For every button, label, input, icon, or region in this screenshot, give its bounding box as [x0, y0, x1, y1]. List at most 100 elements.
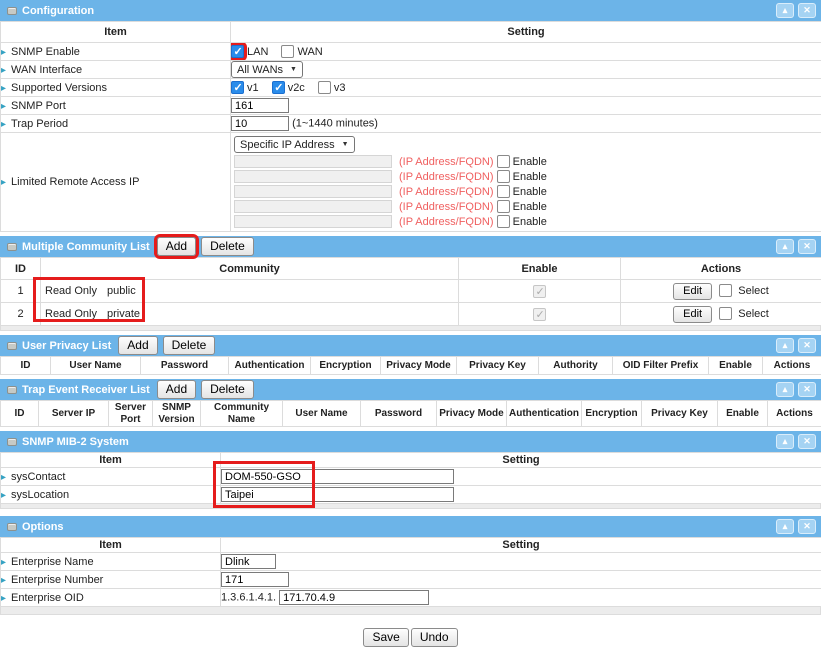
- v1-checkbox[interactable]: [231, 81, 244, 94]
- edit-button[interactable]: Edit: [673, 283, 712, 300]
- section-title: SNMP MIB-2 System: [22, 436, 129, 448]
- row-label: Enterprise Number: [1, 571, 221, 589]
- wan-checkbox[interactable]: [281, 45, 294, 58]
- section-user-privacy-list: User Privacy List Add Delete ▴ ✕ ID User…: [0, 335, 821, 375]
- row-label: SNMP Enable: [1, 43, 231, 61]
- table-row: 1 Read Only public Edit Select: [1, 280, 821, 303]
- close-icon[interactable]: ✕: [798, 239, 816, 254]
- section-icon: [7, 7, 17, 15]
- close-icon[interactable]: ✕: [798, 382, 816, 397]
- close-icon[interactable]: ✕: [798, 519, 816, 534]
- ip-hint: (IP Address/FQDN): [399, 216, 494, 228]
- enterprise-number-input[interactable]: [221, 572, 289, 587]
- table-row: Trap Period (1~1440 minutes): [1, 115, 821, 133]
- column-header: Enable: [718, 401, 768, 427]
- v3-checkbox[interactable]: [318, 81, 331, 94]
- close-icon[interactable]: ✕: [798, 338, 816, 353]
- close-icon[interactable]: ✕: [798, 434, 816, 449]
- remote-ip-input[interactable]: [234, 155, 392, 168]
- add-button[interactable]: Add: [157, 237, 196, 256]
- column-header: Enable: [459, 258, 621, 280]
- collapse-icon[interactable]: ▴: [776, 519, 794, 534]
- column-header: User Name: [51, 357, 141, 375]
- select-checkbox[interactable]: [719, 307, 732, 320]
- setting-column-header: Setting: [221, 538, 821, 553]
- delete-button[interactable]: Delete: [201, 237, 254, 256]
- section-footer-strip: [0, 504, 821, 509]
- add-button[interactable]: Add: [157, 380, 196, 399]
- section-footer-strip: [0, 607, 821, 615]
- enterprise-name-input[interactable]: [221, 554, 276, 569]
- configuration-table: Item Setting SNMP Enable LAN WAN WAN Int…: [0, 21, 821, 232]
- community-name: private: [107, 308, 140, 320]
- close-icon[interactable]: ✕: [798, 3, 816, 18]
- collapse-icon[interactable]: ▴: [776, 382, 794, 397]
- snmp-config-page: Configuration ▴ ✕ Item Setting SNMP Enab…: [0, 0, 821, 647]
- v2c-checkbox[interactable]: [272, 81, 285, 94]
- remote-ip-input[interactable]: [234, 215, 392, 228]
- column-header: Privacy Key: [457, 357, 539, 375]
- enable-checkbox: [533, 308, 546, 321]
- column-header: Authentication: [229, 357, 311, 375]
- edit-button[interactable]: Edit: [673, 306, 712, 323]
- setting-column-header: Setting: [231, 22, 821, 43]
- collapse-icon[interactable]: ▴: [776, 239, 794, 254]
- community-name: public: [107, 285, 136, 297]
- section-snmp-mib2-system: SNMP MIB-2 System ▴ ✕ Item Setting sysCo…: [0, 431, 821, 509]
- remote-ip-input[interactable]: [234, 200, 392, 213]
- column-header: Privacy Key: [642, 401, 718, 427]
- column-header: ID: [1, 258, 41, 280]
- syslocation-input[interactable]: [221, 487, 454, 502]
- table-row: Limited Remote Access IP Specific IP Add…: [1, 133, 821, 232]
- column-header: Encryption: [582, 401, 642, 427]
- snmp-port-input[interactable]: [231, 98, 289, 113]
- column-header: Enable: [709, 357, 763, 375]
- remote-ip-input[interactable]: [234, 185, 392, 198]
- column-header: ID: [1, 357, 51, 375]
- wan-interface-select[interactable]: All WANs ▼: [231, 61, 303, 78]
- lan-checkbox[interactable]: [231, 45, 244, 58]
- delete-button[interactable]: Delete: [163, 336, 216, 355]
- remote-ip-enable-checkbox[interactable]: [497, 185, 510, 198]
- row-label: Supported Versions: [1, 79, 231, 97]
- setting-column-header: Setting: [221, 453, 821, 468]
- select-label: Select: [738, 308, 769, 320]
- remote-ip-enable-checkbox[interactable]: [497, 155, 510, 168]
- remote-ip-enable-checkbox[interactable]: [497, 170, 510, 183]
- collapse-icon[interactable]: ▴: [776, 434, 794, 449]
- enable-label: Enable: [513, 156, 547, 168]
- column-header: Privacy Mode: [381, 357, 457, 375]
- row-label: sysContact: [1, 468, 221, 486]
- column-header: Actions: [621, 258, 821, 280]
- user-privacy-table: ID User Name Password Authentication Enc…: [0, 356, 821, 375]
- trap-period-input[interactable]: [231, 116, 289, 131]
- remote-access-type-select[interactable]: Specific IP Address ▼: [234, 136, 355, 153]
- section-icon: [7, 386, 17, 394]
- select-checkbox[interactable]: [719, 284, 732, 297]
- remote-ip-input[interactable]: [234, 170, 392, 183]
- enterprise-oid-input[interactable]: [279, 590, 429, 605]
- section-icon: [7, 523, 17, 531]
- syscontact-input[interactable]: [221, 469, 454, 484]
- selected-option: All WANs: [237, 64, 283, 76]
- remote-ip-enable-checkbox[interactable]: [497, 215, 510, 228]
- enable-label: Enable: [513, 201, 547, 213]
- save-button[interactable]: Save: [363, 628, 408, 647]
- options-header: Options ▴ ✕: [0, 516, 821, 537]
- selected-option: Specific IP Address: [240, 139, 335, 151]
- delete-button[interactable]: Delete: [201, 380, 254, 399]
- column-header: Password: [141, 357, 229, 375]
- undo-button[interactable]: Undo: [411, 628, 458, 647]
- options-table: Item Setting Enterprise Name Enterprise …: [0, 537, 821, 607]
- remote-ip-enable-checkbox[interactable]: [497, 200, 510, 213]
- collapse-icon[interactable]: ▴: [776, 3, 794, 18]
- trap-receiver-table: ID Server IP Server Port SNMP Version Co…: [0, 400, 821, 427]
- ip-hint: (IP Address/FQDN): [399, 171, 494, 183]
- row-label: WAN Interface: [1, 61, 231, 79]
- item-column-header: Item: [1, 453, 221, 468]
- add-button[interactable]: Add: [118, 336, 157, 355]
- collapse-icon[interactable]: ▴: [776, 338, 794, 353]
- column-header: Community: [41, 258, 459, 280]
- section-trap-event-receiver-list: Trap Event Receiver List Add Delete ▴ ✕ …: [0, 379, 821, 427]
- section-icon: [7, 342, 17, 350]
